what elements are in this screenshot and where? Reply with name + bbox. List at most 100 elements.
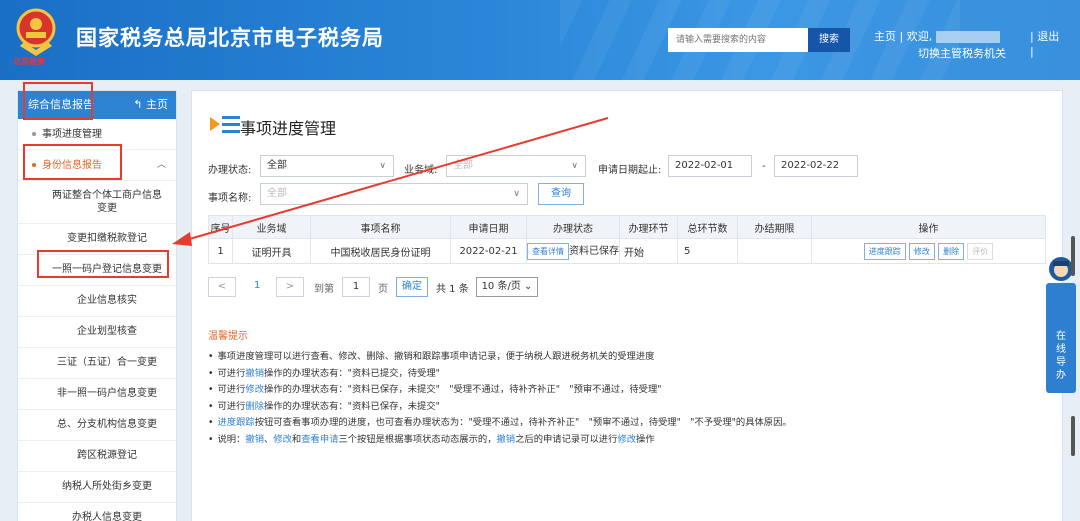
scrollbar-thumb[interactable]: [1071, 236, 1075, 276]
sidebar-item-label: 身份信息报告: [42, 160, 102, 171]
sidebar-item-identity-report[interactable]: 身份信息报告 ︿: [18, 150, 176, 181]
col-header: 办结期限: [737, 215, 812, 239]
bullet-icon: [32, 132, 36, 136]
back-arrow-icon: ↰: [133, 98, 143, 111]
item-name-select[interactable]: 全部 ∨: [260, 183, 528, 205]
modify-button[interactable]: 修改: [908, 242, 935, 260]
tip-text: 操作: [636, 433, 655, 445]
modify-link[interactable]: 修改: [617, 434, 636, 445]
sidebar-subitem[interactable]: 办税人信息变更: [18, 503, 176, 521]
revoke-link[interactable]: 撤销: [497, 434, 516, 445]
chevron-up-icon: ︿: [156, 160, 166, 170]
page-title: 事项进度管理: [240, 119, 337, 138]
col-header: 业务域: [232, 215, 311, 239]
cell-actions: 进度跟踪 修改 删除 评价: [811, 238, 1046, 264]
welcome-text: | 欢迎,: [899, 30, 933, 43]
sidebar-subitem[interactable]: 纳税人所处街乡变更: [18, 472, 176, 503]
tip-text: 事项进度管理可以进行查看、修改、删除、撤销和跟踪事项申请记录，便于纳税人跟进税务…: [217, 351, 655, 362]
prev-page-button[interactable]: <: [208, 277, 236, 297]
sidebar-home-label: 主页: [146, 98, 168, 111]
revoke-link[interactable]: 撤销: [245, 368, 264, 379]
confirm-page-button[interactable]: 确定: [396, 277, 428, 297]
sidebar-subitem-unified-code-change[interactable]: 一照一码户登记信息变更: [18, 255, 176, 286]
track-progress-link[interactable]: 进度跟踪: [217, 417, 254, 428]
cell-domain: 证明开具: [232, 238, 311, 264]
sidebar-subitem[interactable]: 企业划型核查: [18, 317, 176, 348]
sidebar-subitem[interactable]: 两证整合个体工商户信息变更: [18, 181, 176, 224]
sidebar-header-label: 综合信息报告: [28, 98, 94, 111]
table-header-row: 序号 业务域 事项名称 申请日期 办理状态 办理环节 总环节数 办结期限 操作: [208, 215, 1046, 239]
sidebar-subitem[interactable]: 总、分支机构信息变更: [18, 410, 176, 441]
page-number[interactable]: 1: [254, 280, 260, 291]
tip-text: 操作的办理状态有："资料已保存，未提交" "受理不通过，待补齐补正" "预审不通…: [264, 384, 662, 395]
status-filter-label: 办理状态:: [208, 165, 252, 176]
item-name-select-value: 全部: [267, 188, 287, 199]
tip-item: • 事项进度管理可以进行查看、修改、删除、撤销和跟踪事项申请记录，便于纳税人跟进税…: [208, 351, 655, 362]
modify-link[interactable]: 修改: [245, 384, 264, 395]
total-count: 共 1 条: [436, 284, 469, 295]
tip-item: • 可进行撤销操作的办理状态有："资料已提交，待受理": [208, 367, 440, 379]
switch-org-link[interactable]: 切换主管税务机关: [918, 45, 1006, 61]
bullet-icon: [32, 163, 36, 167]
domain-select[interactable]: 全部 ∨: [446, 155, 586, 177]
track-progress-button[interactable]: 进度跟踪: [863, 242, 906, 260]
domain-select-value: 全部: [453, 160, 473, 171]
emblem-caption: 北京税务: [13, 57, 45, 66]
sidebar-header[interactable]: 综合信息报告 ↰ 主页: [18, 91, 176, 119]
date-to-input[interactable]: 2022-02-22: [774, 155, 858, 177]
next-page-button[interactable]: >: [276, 277, 304, 297]
logout-link[interactable]: | 退出: [1030, 28, 1059, 44]
col-header: 总环节数: [677, 215, 738, 239]
cell-deadline: [737, 238, 812, 264]
tip-text: 可进行: [217, 400, 246, 412]
online-guide-label[interactable]: 在线导办: [1054, 330, 1068, 382]
evaluate-button: 评价: [967, 242, 994, 260]
date-from-input[interactable]: 2022-02-01: [668, 155, 752, 177]
scrollbar-thumb[interactable]: [1071, 416, 1075, 456]
status-select[interactable]: 全部 ∨: [260, 155, 394, 177]
view-detail-button[interactable]: 查看详情: [527, 243, 569, 260]
sidebar-subitem[interactable]: 非一照一码户信息变更: [18, 379, 176, 410]
chevron-down-icon: ∨: [571, 161, 578, 171]
cell-stage: 开始: [619, 238, 678, 264]
revoke-link[interactable]: 撤销: [245, 434, 264, 445]
tip-text: 操作的办理状态有："资料已保存，未提交": [264, 400, 440, 412]
home-link[interactable]: 主页: [874, 30, 896, 43]
col-header: 序号: [208, 215, 233, 239]
page-unit-label: 页: [378, 284, 388, 295]
tip-text: 说明：: [217, 433, 246, 445]
tip-text: 、: [264, 433, 274, 445]
search-button[interactable]: 搜索: [808, 28, 850, 52]
goto-label: 到第: [314, 284, 334, 295]
modify-link[interactable]: 修改: [273, 434, 292, 445]
site-title: 国家税务总局北京市电子税务局: [76, 26, 384, 50]
status-text: 资料已保存: [569, 246, 619, 257]
tip-text: 可进行: [217, 367, 246, 379]
username-redacted: [936, 31, 1001, 43]
sidebar-subitem[interactable]: 三证（五证）合一变更: [18, 348, 176, 379]
chevron-down-icon: ⌄: [524, 281, 533, 292]
query-button[interactable]: 查询: [538, 183, 584, 205]
sidebar-item-progress[interactable]: 事项进度管理: [18, 119, 176, 150]
col-header: 办理状态: [526, 215, 620, 239]
sidebar-subitem[interactable]: 变更扣缴税款登记: [18, 224, 176, 255]
main-panel: 事项进度管理 办理状态: 全部 ∨ 业务域: 全部 ∨ 申请日期起止: 2022-0…: [191, 90, 1063, 521]
search-input[interactable]: [668, 28, 808, 52]
sidebar: 综合信息报告 ↰ 主页 事项进度管理 身份信息报告 ︿ 两证整合个体工商户信息变更…: [17, 90, 177, 521]
goto-page-input[interactable]: 1: [342, 277, 370, 297]
site-header: 北京税务 国家税务总局北京市电子税务局 搜索 主页 | 欢迎, 切换主管税务机关…: [0, 0, 1080, 80]
sidebar-subitem[interactable]: 跨区税源登记: [18, 441, 176, 472]
col-header: 事项名称: [310, 215, 451, 239]
delete-button[interactable]: 删除: [938, 242, 965, 260]
sidebar-subitem[interactable]: 企业信息核实: [18, 286, 176, 317]
tip-text: 操作的办理状态有："资料已提交，待受理": [264, 367, 440, 379]
page-size-select[interactable]: 10 条/页 ⌄: [476, 277, 538, 297]
col-header: 操作: [811, 215, 1046, 239]
list-icon: [210, 116, 240, 133]
col-header: 申请日期: [450, 215, 527, 239]
national-emblem-icon: [16, 8, 56, 56]
tip-item: • 进度跟踪按钮可查看事项办理的进度，也可查看办理状态为："受理不通过，待补齐补正…: [208, 417, 792, 428]
delete-link[interactable]: 删除: [245, 401, 264, 412]
view-application-link[interactable]: 查看申请: [301, 434, 338, 445]
sidebar-home-link[interactable]: ↰ 主页: [133, 91, 168, 119]
